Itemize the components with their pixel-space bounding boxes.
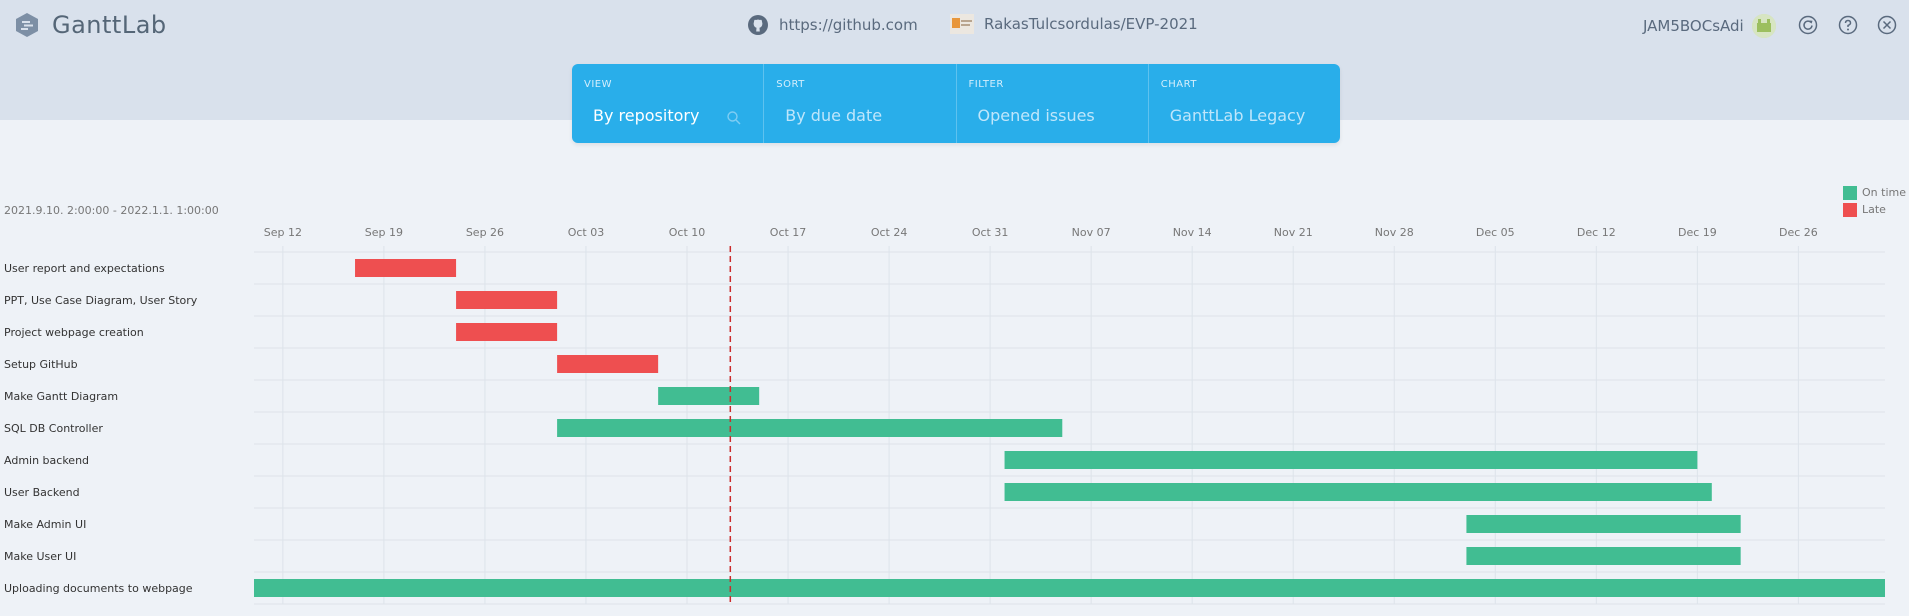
source-url: https://github.com (779, 16, 918, 34)
task-bar[interactable] (456, 323, 558, 341)
filter-value: Opened issues (977, 106, 1095, 125)
view-label: VIEW (584, 79, 612, 90)
task-label: Make User UI (4, 550, 76, 563)
project-avatar-icon (950, 14, 974, 34)
sort-selector[interactable]: SORT By due date (764, 64, 957, 143)
x-tick-label: Oct 03 (568, 226, 605, 239)
x-tick-label: Dec 12 (1577, 226, 1616, 239)
task-bar[interactable] (658, 387, 760, 405)
sort-label: SORT (776, 79, 805, 90)
user-avatar-icon (1751, 14, 1776, 38)
task-label: User Backend (4, 486, 80, 499)
x-tick-label: Dec 19 (1678, 226, 1717, 239)
x-tick-label: Oct 31 (972, 226, 1009, 239)
legend-label-late: Late (1862, 203, 1886, 216)
app-title: GanttLab (52, 11, 167, 39)
filter-selector[interactable]: FILTER Opened issues (957, 64, 1149, 143)
task-bar[interactable] (355, 259, 457, 277)
gantt-chart: Sep 12 Sep 19 Sep 26 Oct 03 Oct 10 Oct 17 Oct … (4, 226, 1885, 606)
legend-swatch-on-time (1843, 185, 1857, 200)
username: JAM5BOCsAdi (1643, 17, 1744, 35)
task-bar[interactable] (557, 419, 1063, 437)
x-tick-label: Sep 26 (466, 226, 504, 239)
legend-item-late: Late (1843, 201, 1906, 218)
search-icon[interactable] (726, 110, 742, 130)
x-tick-label: Oct 10 (669, 226, 706, 239)
task-bar[interactable] (1466, 515, 1741, 533)
task-bar[interactable] (557, 355, 659, 373)
x-tick-label: Nov 28 (1375, 226, 1414, 239)
help-icon[interactable] (1838, 15, 1858, 35)
x-tick-label: Dec 05 (1476, 226, 1515, 239)
x-tick-label: Oct 17 (770, 226, 807, 239)
x-tick-label: Sep 12 (264, 226, 302, 239)
control-panel: VIEW By repository SORT By due date FILT… (572, 64, 1340, 143)
chart-legend: On time Late (1843, 184, 1906, 218)
date-range: 2021.9.10. 2:00:00 - 2022.1.1. 1:00:00 (4, 204, 219, 217)
refresh-icon[interactable] (1798, 15, 1818, 35)
task-bar[interactable] (456, 291, 558, 309)
task-label: Admin backend (4, 454, 89, 467)
x-tick-label: Nov 21 (1274, 226, 1313, 239)
project-name: RakasTulcsordulas/EVP-2021 (984, 15, 1198, 33)
x-tick-label: Dec 26 (1779, 226, 1818, 239)
x-tick-label: Sep 19 (365, 226, 403, 239)
task-label: Setup GitHub (4, 358, 78, 371)
x-tick-label: Nov 07 (1072, 226, 1111, 239)
legend-label-on-time: On time (1862, 186, 1906, 199)
view-value: By repository (593, 106, 700, 125)
legend-swatch-late (1843, 202, 1857, 217)
app-logo[interactable]: GanttLab (14, 10, 167, 40)
view-selector[interactable]: VIEW By repository (572, 64, 765, 143)
close-icon[interactable] (1877, 15, 1897, 35)
chart-value: GanttLab Legacy (1169, 106, 1306, 125)
filter-label: FILTER (968, 79, 1004, 90)
task-bar[interactable] (254, 579, 1885, 597)
chart-selector[interactable]: CHART GanttLab Legacy (1149, 64, 1340, 143)
task-label: SQL DB Controller (4, 422, 103, 435)
task-label: PPT, Use Case Diagram, User Story (4, 294, 198, 307)
x-tick-label: Nov 14 (1173, 226, 1212, 239)
sort-value: By due date (785, 106, 883, 125)
task-label: Project webpage creation (4, 326, 144, 339)
project-link[interactable]: RakasTulcsordulas/EVP-2021 (950, 14, 1198, 34)
source-link[interactable]: https://github.com (747, 14, 918, 36)
task-label: Make Gantt Diagram (4, 390, 118, 403)
task-bar[interactable] (1466, 547, 1741, 565)
legend-item-on-time: On time (1843, 184, 1906, 201)
x-tick-label: Oct 24 (871, 226, 908, 239)
task-bar[interactable] (1004, 483, 1712, 501)
github-icon (747, 14, 769, 36)
gantt-logo-icon (14, 12, 40, 38)
task-label: Make Admin UI (4, 518, 86, 531)
user-menu[interactable]: JAM5BOCsAdi (1643, 14, 1776, 38)
task-label: User report and expectations (4, 262, 165, 275)
chart-label: CHART (1160, 79, 1197, 90)
task-label: Uploading documents to webpage (4, 582, 193, 595)
task-bar[interactable] (1004, 451, 1698, 469)
